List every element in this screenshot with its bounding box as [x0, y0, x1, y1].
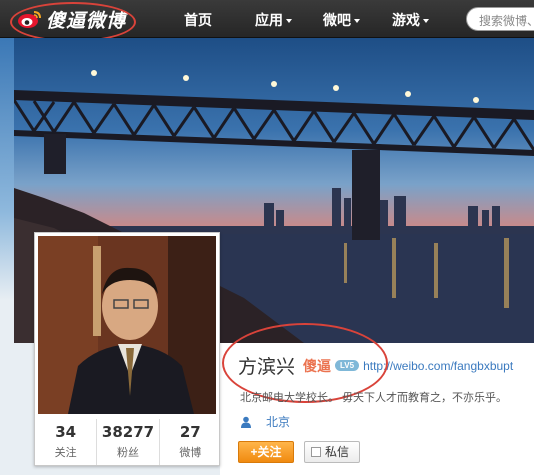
- nav-apps-label: 应用: [255, 13, 283, 29]
- profile-location[interactable]: 北京: [266, 413, 290, 430]
- plus-icon: +: [250, 445, 258, 459]
- message-button-label: 私信: [325, 445, 350, 459]
- user-icon: [240, 416, 252, 428]
- nav-weiba-label: 微吧: [323, 13, 351, 29]
- follow-button[interactable]: +关注: [238, 441, 294, 463]
- profile-bio: 北京邮电大学校长。 毋天下人才而教育之，不亦乐乎。: [240, 392, 508, 404]
- nav-home[interactable]: 首页: [184, 10, 212, 30]
- nav-home-label: 首页: [184, 13, 212, 29]
- profile-stats: 34 关注 38277 粉丝 27 微博: [35, 419, 221, 465]
- stat-followers[interactable]: 38277 粉丝: [97, 419, 160, 465]
- nav-apps[interactable]: 应用: [255, 10, 292, 30]
- chevron-down-icon: [354, 19, 360, 23]
- chevron-down-icon: [423, 19, 429, 23]
- portrait-illustration: [38, 236, 216, 414]
- stat-followers-label: 粉丝: [116, 447, 139, 459]
- stat-posts[interactable]: 27 微博: [160, 419, 221, 465]
- logo-annotation-ring: [10, 2, 136, 42]
- checkbox-icon: [311, 447, 321, 457]
- nav-games[interactable]: 游戏: [392, 10, 429, 30]
- stat-followers-count: 38277: [101, 423, 155, 441]
- search-input[interactable]: 搜索微博、: [466, 7, 534, 31]
- nav-weiba[interactable]: 微吧: [323, 10, 360, 30]
- page-background-strip: [0, 38, 14, 475]
- follow-button-label: 关注: [257, 445, 282, 459]
- location-row: 北京: [240, 413, 290, 430]
- stat-posts-label: 微博: [179, 447, 202, 459]
- stat-following-count: 34: [55, 423, 77, 441]
- stat-following-label: 关注: [54, 447, 77, 459]
- message-button[interactable]: 私信: [304, 441, 360, 463]
- nav-games-label: 游戏: [392, 13, 420, 29]
- chevron-down-icon: [286, 19, 292, 23]
- stat-posts-count: 27: [179, 423, 201, 441]
- stat-following[interactable]: 34 关注: [35, 419, 98, 465]
- avatar-card: 34 关注 38277 粉丝 27 微博: [34, 232, 220, 466]
- search-placeholder: 搜索微博、: [479, 14, 534, 28]
- avatar[interactable]: [38, 236, 216, 414]
